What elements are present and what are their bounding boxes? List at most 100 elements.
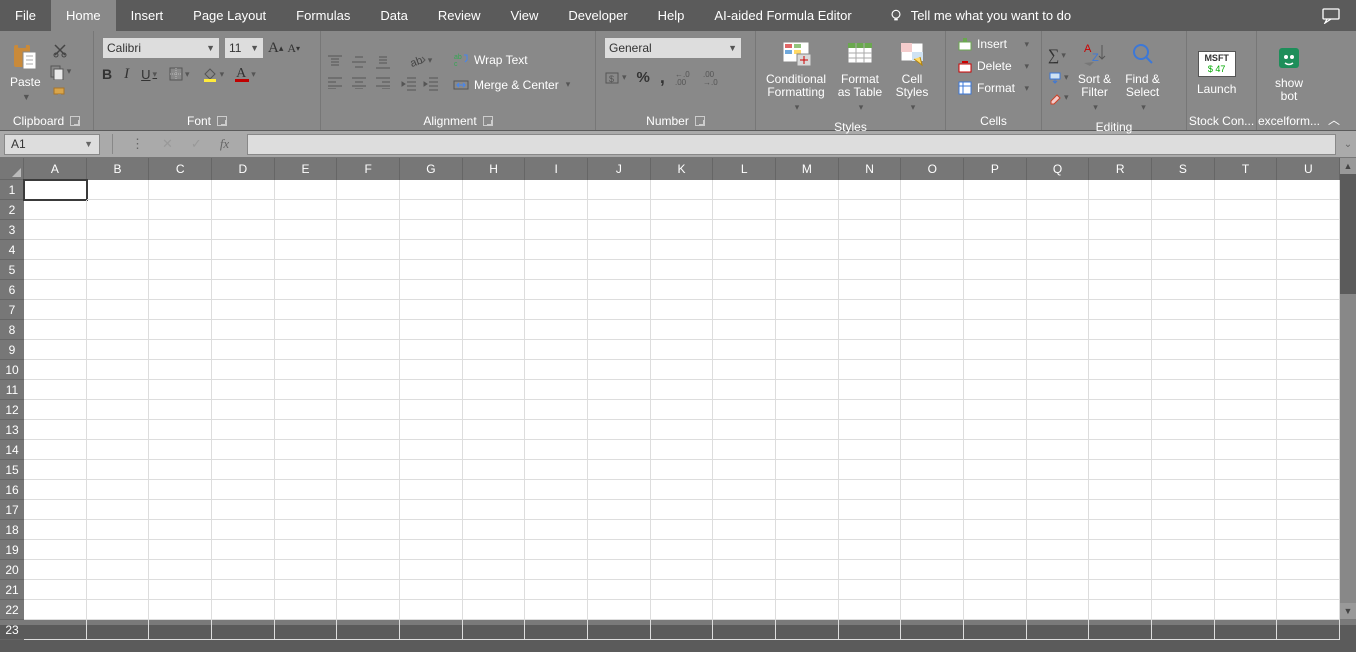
cell[interactable] — [776, 260, 839, 280]
cell[interactable] — [964, 500, 1027, 520]
cell[interactable] — [400, 340, 463, 360]
row-header[interactable]: 15 — [0, 460, 24, 480]
cell[interactable] — [87, 520, 150, 540]
cell[interactable] — [1089, 260, 1152, 280]
cell[interactable] — [212, 600, 275, 620]
cell[interactable] — [463, 420, 526, 440]
cell[interactable] — [275, 280, 338, 300]
cell[interactable] — [713, 560, 776, 580]
cell[interactable] — [839, 180, 902, 200]
cell[interactable] — [275, 440, 338, 460]
cell[interactable] — [275, 620, 338, 640]
cell[interactable] — [337, 340, 400, 360]
cell[interactable] — [87, 500, 150, 520]
cell[interactable] — [1215, 200, 1278, 220]
menu-tab-ai-aided-formula-editor[interactable]: AI-aided Formula Editor — [699, 0, 866, 31]
cell[interactable] — [713, 420, 776, 440]
cell[interactable] — [1215, 280, 1278, 300]
menu-tab-data[interactable]: Data — [365, 0, 422, 31]
cell[interactable] — [1152, 500, 1215, 520]
cell[interactable] — [651, 260, 714, 280]
cell[interactable] — [1089, 200, 1152, 220]
row-header[interactable]: 3 — [0, 220, 24, 240]
cell[interactable] — [337, 320, 400, 340]
cell[interactable] — [1152, 400, 1215, 420]
column-header[interactable]: U — [1277, 158, 1340, 180]
show-bot-button[interactable]: show bot — [1263, 39, 1315, 105]
cell[interactable] — [901, 180, 964, 200]
cell[interactable] — [901, 320, 964, 340]
cell[interactable] — [463, 280, 526, 300]
cell[interactable] — [713, 600, 776, 620]
cell[interactable] — [275, 380, 338, 400]
cell[interactable] — [1089, 440, 1152, 460]
cell[interactable] — [400, 480, 463, 500]
expand-formula-bar-button[interactable]: ⌄ — [1340, 139, 1356, 150]
cell[interactable] — [713, 380, 776, 400]
cell[interactable] — [1027, 500, 1090, 520]
increase-indent-button[interactable] — [423, 77, 439, 91]
cell[interactable] — [588, 460, 651, 480]
cell[interactable] — [24, 300, 87, 320]
cell[interactable] — [525, 600, 588, 620]
cell[interactable] — [1152, 600, 1215, 620]
cell[interactable] — [651, 340, 714, 360]
menu-tab-formulas[interactable]: Formulas — [281, 0, 365, 31]
cell[interactable] — [337, 180, 400, 200]
cell[interactable] — [964, 200, 1027, 220]
cell[interactable] — [1277, 420, 1340, 440]
cell[interactable] — [525, 360, 588, 380]
cell[interactable] — [1027, 280, 1090, 300]
cell[interactable] — [713, 260, 776, 280]
cell[interactable] — [275, 360, 338, 380]
cell[interactable] — [275, 460, 338, 480]
cell[interactable] — [776, 420, 839, 440]
cell[interactable] — [275, 520, 338, 540]
row-header[interactable]: 5 — [0, 260, 24, 280]
cell[interactable] — [1277, 540, 1340, 560]
scroll-thumb[interactable] — [1340, 174, 1356, 294]
name-box[interactable]: A1▼ — [4, 134, 100, 155]
cell[interactable] — [1152, 280, 1215, 300]
cell[interactable] — [525, 400, 588, 420]
cell[interactable] — [212, 500, 275, 520]
cell[interactable] — [776, 280, 839, 300]
cell[interactable] — [400, 180, 463, 200]
cell[interactable] — [87, 220, 150, 240]
cell[interactable] — [275, 260, 338, 280]
cell[interactable] — [1277, 180, 1340, 200]
cell[interactable] — [212, 560, 275, 580]
cell[interactable] — [1152, 620, 1215, 640]
cell[interactable] — [87, 480, 150, 500]
cell[interactable] — [525, 320, 588, 340]
cell[interactable] — [901, 460, 964, 480]
cell[interactable] — [1027, 300, 1090, 320]
cell[interactable] — [212, 580, 275, 600]
cell[interactable] — [839, 400, 902, 420]
cell[interactable] — [149, 420, 212, 440]
cell[interactable] — [1089, 620, 1152, 640]
cell[interactable] — [337, 520, 400, 540]
cell[interactable] — [651, 360, 714, 380]
cell[interactable] — [964, 560, 1027, 580]
cell[interactable] — [713, 620, 776, 640]
cell[interactable] — [588, 420, 651, 440]
cell[interactable] — [1277, 500, 1340, 520]
column-header[interactable]: C — [149, 158, 212, 180]
enter-formula-button[interactable]: ✓ — [191, 136, 202, 152]
column-header[interactable]: T — [1215, 158, 1278, 180]
cell[interactable] — [463, 380, 526, 400]
cell[interactable] — [651, 320, 714, 340]
row-header[interactable]: 22 — [0, 600, 24, 620]
cell[interactable] — [1089, 300, 1152, 320]
cell[interactable] — [588, 540, 651, 560]
dialog-launcher-icon[interactable] — [70, 116, 80, 126]
cell[interactable] — [713, 400, 776, 420]
decrease-decimal-button[interactable]: .00→.0 — [703, 70, 721, 86]
cell[interactable] — [212, 320, 275, 340]
cell[interactable] — [149, 240, 212, 260]
cell[interactable] — [776, 480, 839, 500]
cell[interactable] — [1277, 200, 1340, 220]
cell[interactable] — [1089, 500, 1152, 520]
cell[interactable] — [1027, 260, 1090, 280]
